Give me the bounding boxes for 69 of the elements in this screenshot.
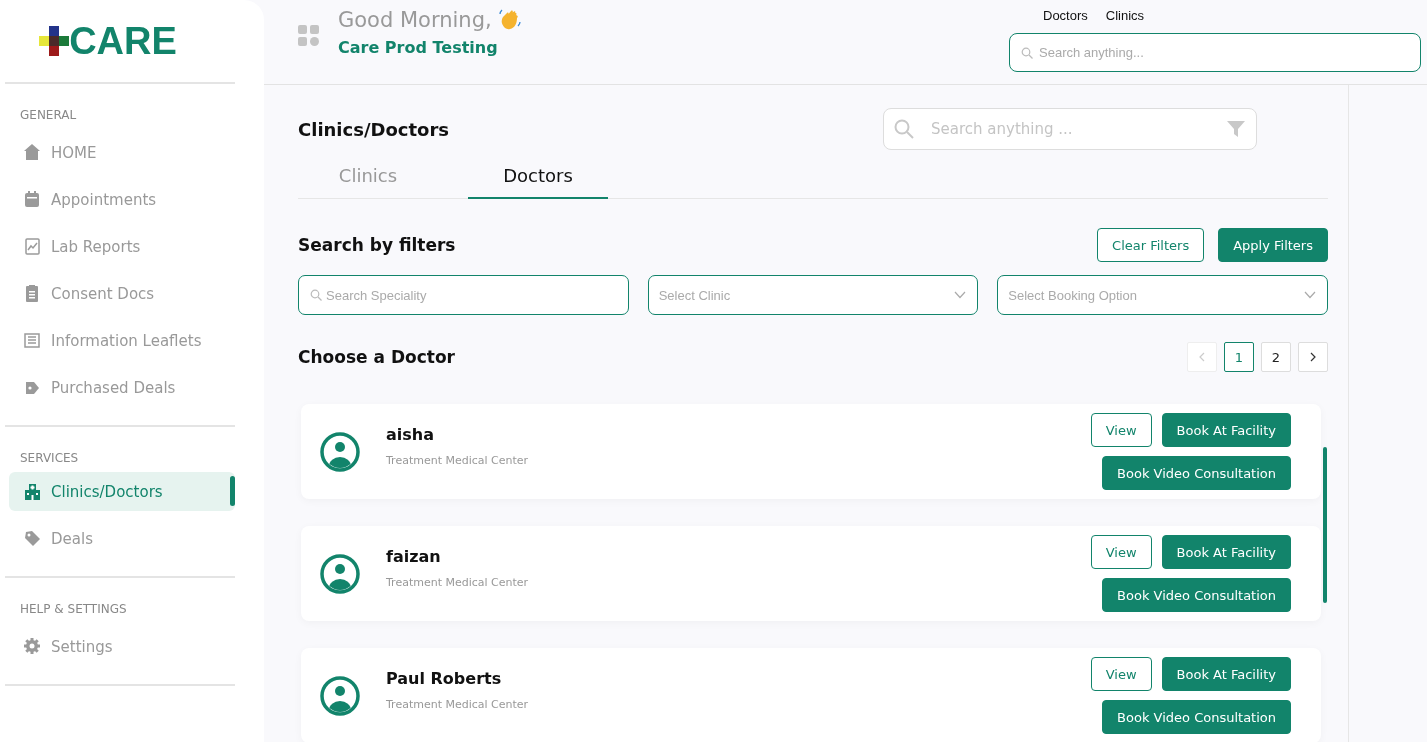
action-button[interactable]: View — [1090, 535, 1152, 569]
action-button[interactable]: Book Video Consultation — [1102, 578, 1291, 612]
action-button[interactable]: Book At Facility — [1161, 657, 1291, 691]
next-page-button[interactable] — [1298, 342, 1328, 372]
doctor-name: faizan — [386, 546, 442, 566]
section-title: Search by filters — [298, 235, 456, 255]
logo-text: CARE — [69, 19, 177, 63]
greeting-text: Good Morning, — [338, 8, 492, 32]
sidebar-item[interactable]: Clinics/Doctors — [9, 472, 235, 511]
home-icon — [23, 143, 41, 162]
avatar-icon — [320, 431, 360, 472]
clinic-name: Treatment Medical Center — [386, 575, 529, 589]
page-button[interactable]: 1 — [1224, 342, 1254, 372]
action-button[interactable]: View — [1090, 657, 1152, 691]
action-button[interactable]: Book At Facility — [1161, 535, 1291, 569]
action-button[interactable]: Apply Filters — [1218, 228, 1328, 262]
dropdown-field[interactable]: Select Booking Option — [997, 275, 1328, 315]
section-heading: GENERAL — [19, 108, 78, 122]
action-button[interactable]: Clear Filters — [1097, 228, 1205, 262]
search-field[interactable]: Search anything... — [1009, 33, 1421, 72]
clinic-name: Treatment Medical Center — [386, 453, 529, 467]
page-button[interactable]: 2 — [1261, 342, 1291, 372]
tab[interactable]: Clinics — [298, 153, 438, 198]
action-button[interactable]: Book Video Consultation — [1102, 456, 1291, 490]
grid-icon — [298, 25, 320, 47]
search-icon — [310, 289, 322, 301]
report-icon — [23, 237, 41, 256]
search-icon — [894, 119, 914, 139]
sidebar-item[interactable]: Purchased Deals — [5, 364, 235, 411]
active-indicator — [230, 476, 235, 506]
action-button[interactable]: Book Video Consultation — [1102, 700, 1291, 734]
nav-link[interactable]: Clinics — [1105, 8, 1145, 33]
tab[interactable]: Doctors — [468, 153, 608, 199]
filter-icon — [1227, 120, 1245, 138]
chevron-down-icon — [1304, 291, 1316, 299]
avatar-icon — [320, 675, 360, 716]
nav-link[interactable]: Doctors — [1043, 8, 1088, 33]
sidebar-item[interactable]: HOME — [5, 129, 235, 176]
page-title: Clinics/Doctors — [298, 118, 450, 140]
section-heading: HELP & SETTINGS — [19, 602, 128, 616]
chevron-right-icon — [1310, 352, 1316, 362]
action-button[interactable]: Book At Facility — [1161, 413, 1291, 447]
clinic-name: Treatment Medical Center — [386, 697, 529, 711]
doctor-name: aisha — [386, 424, 435, 444]
calendar-icon — [23, 190, 41, 209]
sidebar-item[interactable]: Information Leaflets — [5, 317, 235, 364]
chevron-down-icon — [954, 291, 967, 299]
cross-icon — [39, 26, 70, 56]
action-button[interactable]: View — [1090, 413, 1152, 447]
scrollbar-thumb[interactable] — [1323, 447, 1327, 603]
section-heading: SERVICES — [19, 451, 80, 465]
hospital-icon — [23, 482, 41, 501]
tag-icon — [23, 529, 41, 548]
search-icon — [1021, 46, 1033, 59]
sidebar-item[interactable]: Appointments — [5, 176, 235, 223]
sidebar-item[interactable]: Consent Docs — [5, 270, 235, 317]
chevron-left-icon — [1199, 352, 1205, 362]
sidebar-item[interactable]: Settings — [5, 623, 235, 670]
leaflet-icon — [23, 331, 41, 350]
avatar-icon — [320, 553, 360, 594]
sidebar-item[interactable]: Lab Reports — [5, 223, 235, 270]
section-title: Choose a Doctor — [298, 347, 455, 367]
sidebar-item[interactable]: Deals — [5, 515, 235, 562]
gear-icon — [23, 637, 41, 656]
doctor-name: Paul Roberts — [386, 668, 503, 688]
search-field[interactable]: Search Speciality — [298, 275, 629, 315]
user-name: Care Prod Testing — [338, 38, 499, 57]
dropdown-field[interactable]: Select Clinic — [647, 275, 979, 315]
clipboard-icon — [23, 284, 41, 303]
